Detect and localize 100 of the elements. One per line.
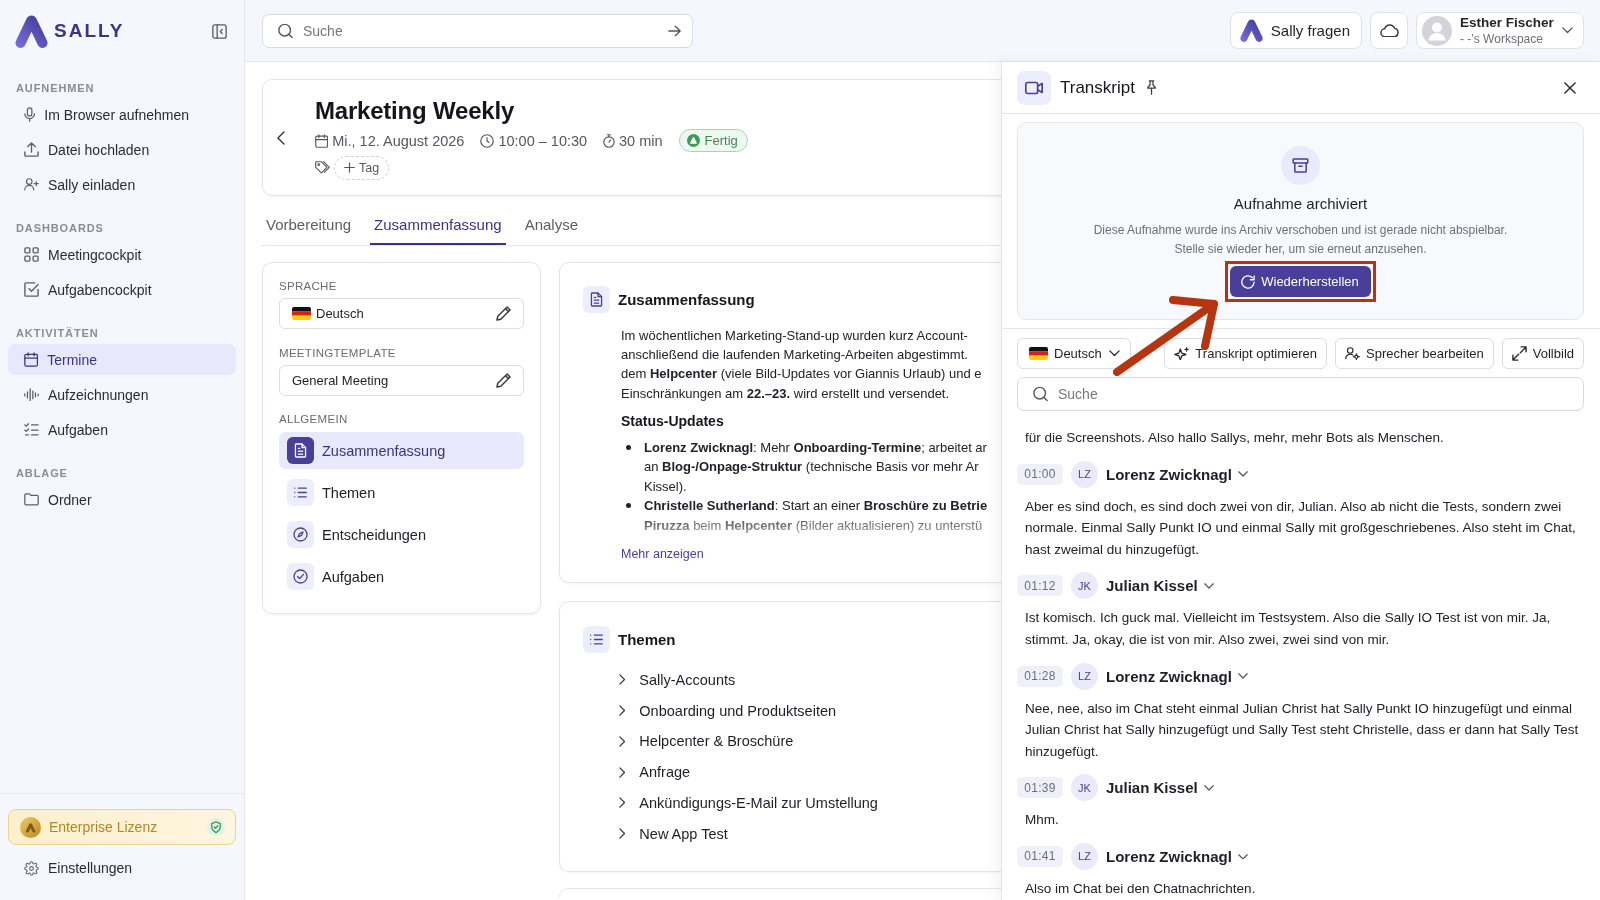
topic-item[interactable]: Sally-Accounts (619, 664, 736, 696)
close-icon[interactable] (1564, 81, 1576, 94)
search-field[interactable]: Suche (1017, 377, 1584, 411)
tag-icon (314, 161, 330, 174)
pin-icon[interactable] (1146, 80, 1156, 95)
transcript-text: für die Screenshots. Also hallo Sallys, mehr, mehr Bots als Menschen. (1024, 429, 1445, 447)
user-plus-icon (24, 178, 39, 191)
sidebar-item[interactable]: Sally einladen (8, 169, 236, 200)
logo-icon (20, 816, 41, 838)
panel-title: Transkript (1060, 77, 1135, 98)
section-nav-item[interactable]: Zusammenfassung (279, 432, 524, 469)
transcript-text: Also im Chat bei den Chatnachrichten. (1024, 879, 1257, 898)
chevron-down-icon (1237, 673, 1248, 679)
card-title: Themen (618, 631, 676, 649)
ask-sally-button[interactable]: Sally fragen (1229, 12, 1362, 49)
show-more-link[interactable]: Mehr anzeigen (621, 547, 704, 562)
fullscreen-button[interactable]: Vollbild (1501, 338, 1584, 369)
clock-icon (480, 133, 495, 148)
folder-icon (24, 493, 39, 506)
card-title: Zusammenfassung (618, 291, 755, 308)
section-nav-item[interactable]: Aufgaben (279, 558, 524, 595)
topic-item[interactable]: Onboarding und Produktseiten (619, 695, 837, 726)
speaker-button[interactable]: Lorenz Zwicknagl (1106, 667, 1248, 685)
tab[interactable]: Vorbereitung (262, 208, 356, 245)
chevron-down-icon (1237, 853, 1248, 860)
grid-icon (24, 247, 39, 262)
list-icon (287, 479, 314, 506)
sparkle-icon (1174, 346, 1190, 361)
avatar-icon (1422, 15, 1452, 46)
pencil-icon[interactable] (496, 306, 511, 321)
checklist-icon (24, 423, 39, 436)
sidebar-item[interactable]: Datei hochladen (8, 134, 236, 165)
topic-item[interactable]: Ankündigungs-E-Mail zur Umstellung (619, 787, 878, 819)
brand-name: SALLY (54, 20, 125, 42)
expand-icon (1511, 346, 1527, 361)
sidebar-item[interactable]: Aufgabencockpit (8, 274, 236, 305)
section-nav-item[interactable]: Entscheidungen (279, 516, 524, 553)
arrow-right-icon[interactable] (668, 24, 681, 37)
calendar-icon (314, 133, 329, 148)
speaker-avatar: LZ (1071, 842, 1098, 870)
search-icon (278, 23, 293, 38)
microphone-icon (24, 107, 36, 122)
sidebar-toggle-icon[interactable] (212, 23, 227, 39)
section-title: AKTIVITÄTEN (16, 326, 99, 340)
compass-icon (287, 521, 314, 548)
logo-icon (15, 14, 48, 48)
tab[interactable]: Analyse (520, 208, 582, 245)
restore-button[interactable]: Wiederherstellen (1230, 266, 1371, 297)
topic-item[interactable]: New App Test (619, 818, 728, 850)
sidebar-item[interactable]: Aufgaben (8, 414, 236, 445)
flag-icon (1029, 347, 1048, 360)
plus-icon (343, 162, 355, 173)
chevron-down-icon (1109, 350, 1120, 357)
chevron-left-icon[interactable] (277, 130, 285, 145)
chevron-down-icon (1203, 583, 1214, 589)
topic-item[interactable]: Helpcenter & Broschüre (619, 725, 794, 757)
chevron-down-icon (1237, 471, 1248, 477)
timestamp[interactable]: 01:41 (1017, 845, 1063, 867)
user-gear-icon (1345, 346, 1360, 361)
meeting-date: Mi., 12. August 2026 (332, 132, 465, 149)
waveform-icon (24, 387, 39, 402)
speaker-button[interactable]: Lorenz Zwicknagl (1106, 847, 1248, 865)
field-label: MEETINGTEMPLATE (279, 346, 396, 360)
logo-icon (1239, 19, 1263, 42)
user-menu-button[interactable]: Esther Fischer - -’s Workspace (1416, 12, 1584, 49)
tab[interactable]: Zusammenfassung (370, 208, 506, 245)
summary-paragraph: Im wöchentlichen Marketing-Stand-up wurden kurz Account- anschließend die laufenden Marketing-Arbeiten abgestimmt. dem Helpcenter (viele Bild-Updates vor Giannis Urlaub) und e Einschränkungen am 22.–23. wird erstellt und versendet. (621, 327, 982, 403)
speaker-button[interactable]: Julian Kissel (1106, 577, 1214, 595)
timestamp[interactable]: 01:28 (1017, 665, 1063, 687)
search-field[interactable]: Suche (262, 13, 693, 48)
field-label: SPRACHE (279, 279, 337, 293)
section-title: ABLAGE (16, 466, 68, 480)
timestamp[interactable]: 01:39 (1017, 777, 1063, 799)
speaker-button[interactable]: Lorenz Zwicknagl (1106, 465, 1248, 483)
optimize-button[interactable]: Transkript optimieren (1164, 338, 1327, 369)
timestamp[interactable]: 01:00 (1017, 463, 1063, 485)
speaker-edit-button[interactable]: Sprecher bearbeiten (1335, 338, 1494, 369)
transcript-text: Nee, nee, also im Chat steht einmal Julian Christ hat Sally Punkt IO hinzugefügt und einmal Julian Christ hat Sally hinzugefügt und Sally Test steht Christelle, dass er dann hat Sally Test hinzugefügt. (1024, 699, 1580, 761)
topic-item[interactable]: Anfrage (619, 756, 691, 788)
sidebar-item[interactable]: Im Browser aufnehmen (8, 99, 236, 130)
sidebar-item[interactable]: Ordner (8, 484, 236, 515)
sidebar-item[interactable]: Aufzeichnungen (8, 379, 236, 410)
checked-box-icon (24, 282, 39, 297)
speaker-button[interactable]: Julian Kissel (1106, 779, 1214, 797)
settings-icon (24, 860, 39, 876)
template-field[interactable]: General Meeting (279, 365, 524, 396)
timestamp[interactable]: 01:12 (1017, 575, 1063, 597)
language-field[interactable]: Deutsch (279, 298, 524, 329)
section-nav-item[interactable]: Themen (279, 474, 524, 511)
sidebar-item[interactable]: Meetingcockpit (8, 239, 236, 270)
cloud-icon (1379, 23, 1399, 38)
document-icon (583, 286, 610, 313)
notice-text: Diese Aufnahme wurde ins Archiv verschoben und ist gerade nicht abspielbar. Stelle sie wieder her, um sie erneut anzusehen. (1093, 222, 1508, 258)
sidebar-item[interactable]: Termine (8, 344, 236, 375)
bullet-text: Lorenz Zwicknagl: Mehr Onboarding-Termine; arbeitet ar an Blog-/Onpage-Struktur (technische Basis vor mehr Ar Kissel). (644, 438, 987, 496)
settings-item[interactable]: Einstellungen (8, 851, 236, 885)
cloud-button[interactable] (1370, 12, 1408, 49)
pencil-icon[interactable] (496, 373, 511, 388)
notice-title: Aufnahme archiviert (1233, 195, 1368, 213)
language-dropdown[interactable]: Deutsch (1017, 338, 1131, 369)
